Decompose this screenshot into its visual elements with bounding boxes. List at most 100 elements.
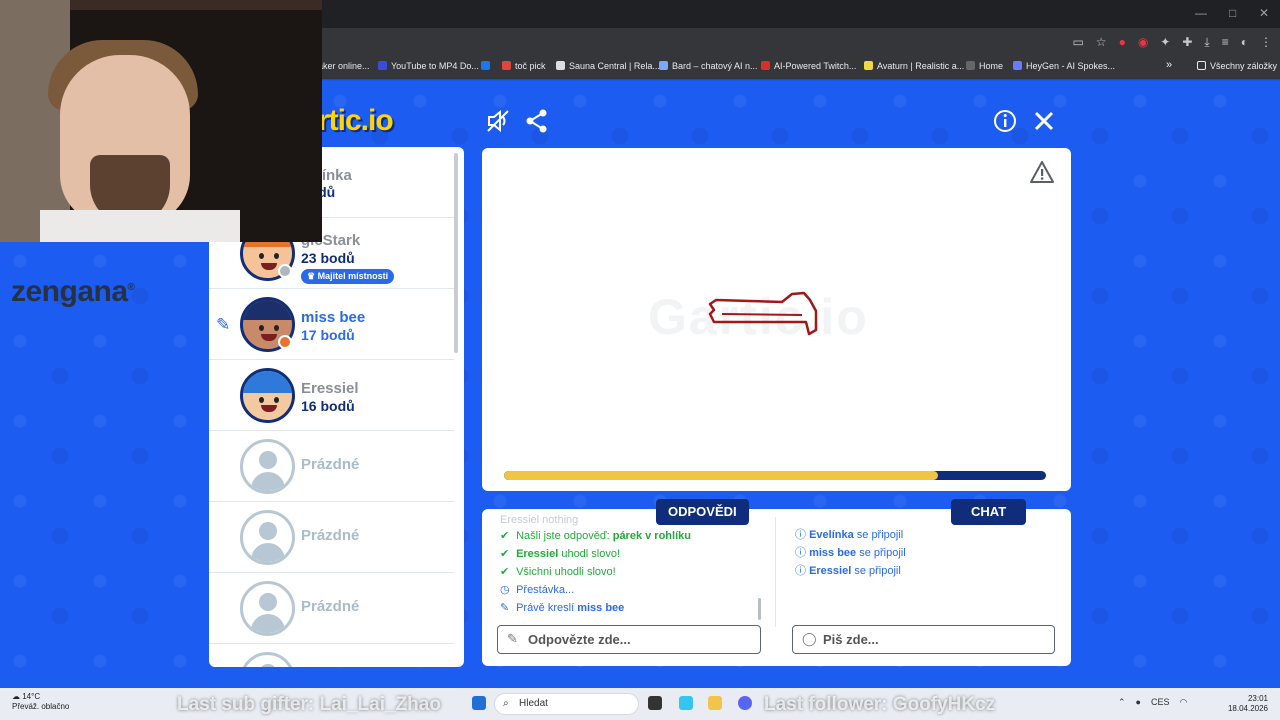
minimize-button[interactable]: —: [1195, 6, 1207, 20]
bookmark-favicon: [761, 61, 770, 70]
bookmarks-more-button[interactable]: »: [1166, 59, 1172, 71]
player-points: 16 bodů: [301, 398, 355, 414]
log-line: ✔ Všichni uhodli slovo!: [500, 563, 758, 581]
info-icon: ⓘ: [795, 547, 806, 559]
answer-field[interactable]: ✎: [497, 625, 761, 654]
chat-input[interactable]: [823, 632, 1023, 647]
close-icon[interactable]: [1031, 108, 1057, 134]
wifi-icon[interactable]: ◠: [1180, 697, 1188, 708]
log-line: ✎ Právě kreslí miss bee: [500, 599, 758, 617]
empty-avatar-icon: [240, 652, 295, 667]
info-icon[interactable]: [992, 108, 1018, 134]
search-icon: ⌕: [503, 698, 509, 709]
microphone-icon[interactable]: ●: [1136, 697, 1141, 708]
bookmark-favicon: [659, 61, 668, 70]
room-owner-badge: ♛ Majitel místnosti: [301, 269, 395, 284]
brand-logo: zengana®: [11, 275, 135, 308]
start-icon[interactable]: [472, 696, 486, 710]
cloud-icon: ☁: [12, 692, 20, 701]
chevron-up-icon[interactable]: ⌃: [1118, 697, 1126, 708]
log-line: ◷ Přestávka...: [500, 581, 758, 599]
last-sub-gifter-overlay: Last sub gifter: Lai_Lai_Zhao: [177, 694, 441, 715]
empty-slot-label: Prázdné: [301, 456, 360, 473]
bookmark-favicon: [864, 61, 873, 70]
bookmark-favicon: [1013, 61, 1022, 70]
checkmark-icon: ✔: [500, 566, 510, 578]
profile-avatar-icon[interactable]: ◐: [1241, 34, 1248, 50]
mute-icon[interactable]: [485, 108, 511, 134]
empty-slot: [209, 644, 454, 667]
clock[interactable]: 23:01 18.04.2026: [1228, 694, 1268, 714]
bookmark-item[interactable]: Sauna Central | Rela...: [556, 61, 660, 71]
bookmark-item[interactable]: YouTube to MP4 Do...: [378, 61, 479, 71]
taskbar-search[interactable]: ⌕ Hledat: [494, 693, 639, 715]
close-window-button[interactable]: ✕: [1259, 6, 1269, 20]
empty-slot: Prázdné: [209, 431, 454, 502]
drawing-canvas[interactable]: Gartic.io: [482, 148, 1071, 491]
clock-icon: ◷: [500, 584, 510, 596]
cast-icon[interactable]: ▭: [1072, 34, 1083, 50]
drawing-strokes: [708, 291, 818, 336]
bookmark-item[interactable]: aker online...: [318, 61, 370, 71]
webcam-overlay: [0, 0, 322, 242]
menu-kebab-icon[interactable]: ⋮: [1260, 34, 1272, 50]
system-tray: ⌃ ● CES ◠: [1118, 697, 1187, 708]
answer-input[interactable]: [528, 632, 728, 647]
bookmark-item[interactable]: HeyGen - AI Spokes...: [1013, 61, 1115, 71]
task-view-icon[interactable]: [648, 696, 662, 710]
chat-field[interactable]: ◯: [792, 625, 1055, 654]
players-scrollbar[interactable]: [454, 153, 458, 353]
share-icon[interactable]: [524, 108, 550, 134]
language-indicator[interactable]: CES: [1151, 697, 1170, 708]
bookmark-star-icon[interactable]: ☆: [1096, 34, 1107, 50]
bookmark-item[interactable]: Bard – chatový AI n...: [659, 61, 758, 71]
gartic-logo: rtic.io: [318, 104, 394, 137]
chat-line: ⓘ Eressiel se připojil: [795, 565, 901, 577]
player-name: miss bee: [301, 309, 366, 326]
extension-red-icon[interactable]: ◉: [1138, 34, 1148, 50]
answers-scrollbar[interactable]: [758, 598, 761, 620]
log-line: Eressiel nothing: [500, 514, 579, 526]
info-icon: ⓘ: [795, 529, 806, 541]
checkmark-icon: ✔: [500, 548, 510, 560]
bookmark-item[interactable]: AI-Powered Twitch...: [761, 61, 856, 71]
folder-icon: [1197, 61, 1206, 70]
chat-line: ⓘ miss bee se připojil: [795, 547, 906, 559]
all-bookmarks-folder[interactable]: Všechny záložky: [1197, 61, 1277, 71]
report-warning-icon[interactable]: [1029, 160, 1055, 184]
tab-chat[interactable]: CHAT: [951, 499, 1027, 525]
status-dot: [278, 264, 292, 278]
bookmark-item[interactable]: [481, 61, 494, 71]
discord-icon[interactable]: [738, 696, 752, 710]
maximize-button[interactable]: □: [1229, 6, 1236, 20]
bookmark-item[interactable]: Avaturn | Realistic a...: [864, 61, 964, 71]
weather-widget[interactable]: ☁ 14°C Převáž. oblačno: [12, 692, 69, 712]
pencil-icon: ✎: [507, 631, 518, 646]
info-icon: ⓘ: [795, 565, 806, 577]
extension-badge-icon[interactable]: ●: [1119, 34, 1126, 50]
chat-log: ⓘ Evelínka se připojil ⓘ miss bee se při…: [795, 526, 906, 580]
player-row-drawing[interactable]: ✎ miss bee 17 bodů: [209, 289, 454, 360]
avatar: [240, 368, 295, 423]
empty-slot: Prázdné: [209, 573, 454, 644]
round-timer-fill: [504, 471, 938, 480]
bookmark-item[interactable]: toč pick: [502, 61, 546, 71]
chat-bubble-icon: ◯: [802, 631, 817, 646]
bookmark-item[interactable]: Home: [966, 61, 1003, 71]
browser-toolbar-icons: ▭ ☆ ● ◉ ✦ ✚ ⤓ ≡ ◐ ⋮: [1072, 34, 1272, 50]
folder-icon[interactable]: [708, 696, 722, 710]
log-line: ✔ Našli jste odpověď: párek v rohlíku: [500, 527, 758, 545]
puzzle-icon[interactable]: ✚: [1182, 34, 1192, 50]
slack-icon[interactable]: [679, 696, 693, 710]
bookmark-favicon: [966, 61, 975, 70]
last-follower-overlay: Last follower: GoofyHKcz: [764, 694, 996, 715]
media-icon[interactable]: ≡: [1222, 34, 1229, 50]
extension-icon[interactable]: ✦: [1160, 34, 1170, 50]
player-points: 23 bodů: [301, 250, 355, 266]
player-row[interactable]: Eressiel 16 bodů: [209, 360, 454, 431]
pencil-icon: ✎: [216, 315, 231, 334]
player-name: Eressiel: [301, 380, 359, 397]
answers-log: Eressiel nothing ✔ Našli jste odpověď: p…: [500, 514, 758, 617]
empty-avatar-icon: [240, 510, 295, 565]
download-icon[interactable]: ⤓: [1204, 34, 1209, 50]
